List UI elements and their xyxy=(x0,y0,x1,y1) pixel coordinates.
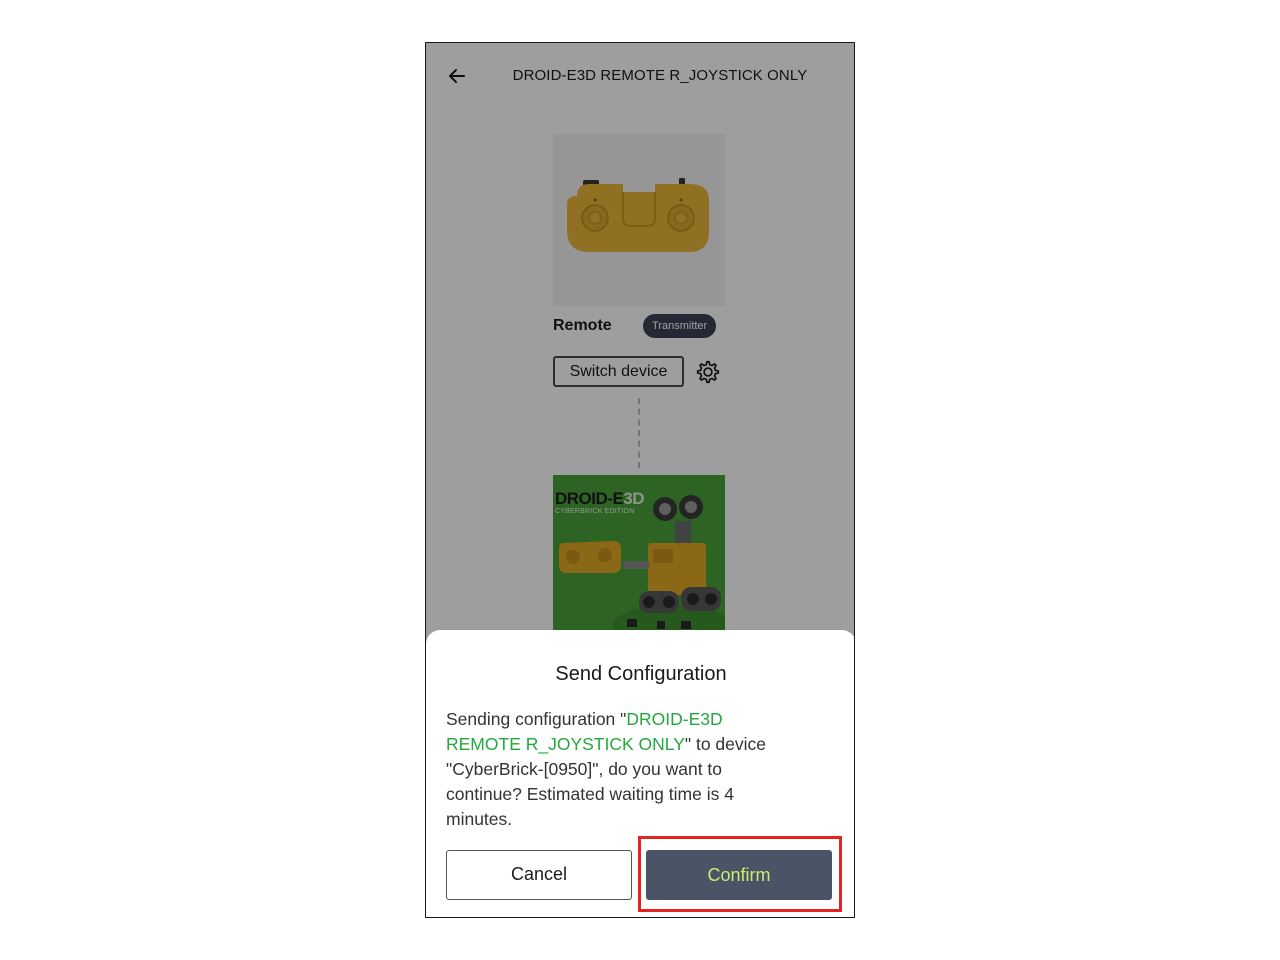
confirm-button[interactable]: Confirm xyxy=(646,850,832,900)
cancel-button[interactable]: Cancel xyxy=(446,850,632,900)
dialog-message: Sending configuration "DROID-E3D REMOTE … xyxy=(446,709,767,829)
dialog-title: Send Configuration xyxy=(555,663,727,685)
phone-screen: DROID-E3D REMOTE R_JOYSTICK ONLY Remote … xyxy=(425,42,855,918)
send-configuration-dialog: Send Configuration Sending configuration… xyxy=(426,630,854,917)
